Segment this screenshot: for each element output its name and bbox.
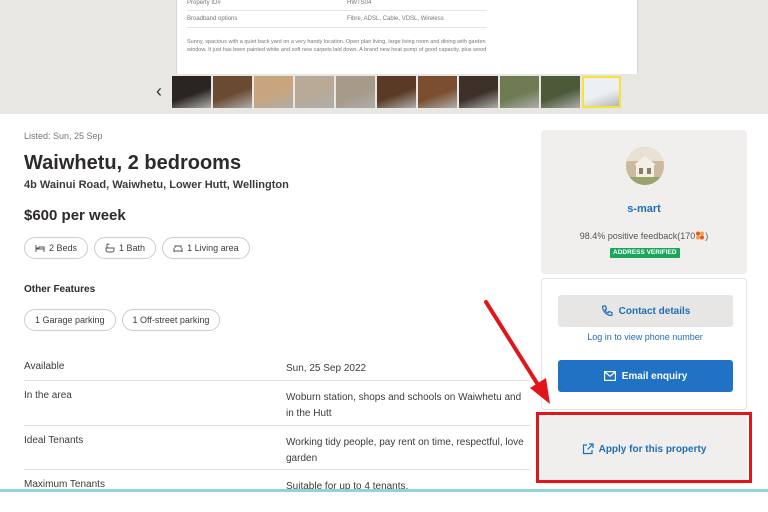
- table-row: Ideal Tenants Working tidy people, pay r…: [24, 426, 530, 470]
- garage-parking-chip: 1 Garage parking: [24, 309, 116, 331]
- gallery-thumbnail[interactable]: [254, 76, 293, 108]
- property-details-table: Available Sun, 25 Sep 2022 In the area W…: [24, 352, 530, 500]
- divider: [187, 27, 487, 28]
- phone-icon: [601, 305, 613, 317]
- detail-label: Ideal Tenants: [24, 435, 84, 446]
- detail-label: Maximum Tenants: [24, 479, 105, 490]
- listing-title: Waiwhetu, 2 bedrooms: [24, 152, 242, 174]
- mail-icon: [603, 371, 616, 381]
- listed-date: Listed: Sun, 25 Sep: [24, 131, 103, 141]
- feature-chips: 1 Garage parking 1 Off-street parking: [24, 309, 221, 331]
- thumbnail-strip: [172, 76, 621, 108]
- detail-label: In the area: [24, 390, 72, 401]
- other-features-heading: Other Features: [24, 284, 96, 295]
- listing-address: 4b Wainui Road, Waiwhetu, Lower Hutt, We…: [24, 179, 289, 191]
- table-row: Maximum Tenants Suitable for up to 4 ten…: [24, 470, 530, 500]
- sofa-icon: [173, 245, 183, 252]
- gallery-thumbnail[interactable]: [213, 76, 252, 108]
- page-bottom-divider: [0, 489, 768, 492]
- detail-value: Suitable for up to 4 tenants.: [286, 481, 409, 492]
- seller-feedback: 98.4% positive feedback(170): [579, 231, 709, 241]
- bed-icon: [35, 245, 45, 252]
- gallery-thumbnail[interactable]: [500, 76, 539, 108]
- table-row: Available Sun, 25 Sep 2022: [24, 352, 530, 381]
- gallery-prev-button[interactable]: ‹: [156, 80, 162, 102]
- bath-chip: 1 Bath: [94, 237, 157, 259]
- gallery-thumbnail[interactable]: [377, 76, 416, 108]
- living-area-chip: 1 Living area: [162, 237, 250, 259]
- contact-card: Contact details Log in to view phone num…: [541, 278, 747, 410]
- gallery-thumbnail[interactable]: [172, 76, 211, 108]
- gallery-thumbnail[interactable]: [295, 76, 334, 108]
- contact-details-button[interactable]: Contact details: [558, 295, 733, 327]
- divider: [187, 10, 487, 11]
- table-row: In the area Woburn station, shops and sc…: [24, 381, 530, 426]
- gallery-thumbnail[interactable]: [582, 76, 621, 108]
- detail-value: Working tidy people, pay rent on time, r…: [286, 437, 524, 464]
- detail-label: Available: [24, 361, 65, 372]
- beds-chip: 2 Beds: [24, 237, 89, 259]
- email-enquiry-button[interactable]: Email enquiry: [558, 360, 733, 392]
- house-photo-icon: [626, 147, 664, 185]
- photo-gallery: Property ID# HWTS04 Broadband options Fi…: [0, 0, 768, 114]
- gallery-thumbnail[interactable]: [541, 76, 580, 108]
- login-phone-link[interactable]: Log in to view phone number: [542, 332, 748, 342]
- doc-row: Broadband options Fibre, ADSL, Cable, VD…: [187, 16, 444, 22]
- seller-card: s-mart 98.4% positive feedback(170) ADDR…: [541, 130, 747, 274]
- annotation-highlight-box: [536, 412, 752, 483]
- gallery-thumbnail[interactable]: [336, 76, 375, 108]
- gallery-thumbnail[interactable]: [418, 76, 457, 108]
- doc-description: Sunny, spacious with a quiet back yard o…: [187, 39, 487, 53]
- address-verified-badge: ADDRESS VERIFIED: [610, 248, 680, 258]
- annotation-arrow: [484, 300, 550, 404]
- document-preview-image: Property ID# HWTS04 Broadband options Fi…: [176, 0, 638, 74]
- doc-row: Property ID# HWTS04: [187, 0, 372, 6]
- listing-price: $600 per week: [24, 207, 126, 224]
- attribute-chips: 2 Beds 1 Bath 1 Living area: [24, 237, 250, 259]
- seller-avatar[interactable]: [626, 147, 664, 185]
- off-street-parking-chip: 1 Off-street parking: [121, 309, 221, 331]
- seller-name[interactable]: s-mart: [541, 203, 747, 215]
- bath-icon: [105, 243, 115, 253]
- feedback-badge-icon: [696, 231, 705, 240]
- gallery-thumbnail[interactable]: [459, 76, 498, 108]
